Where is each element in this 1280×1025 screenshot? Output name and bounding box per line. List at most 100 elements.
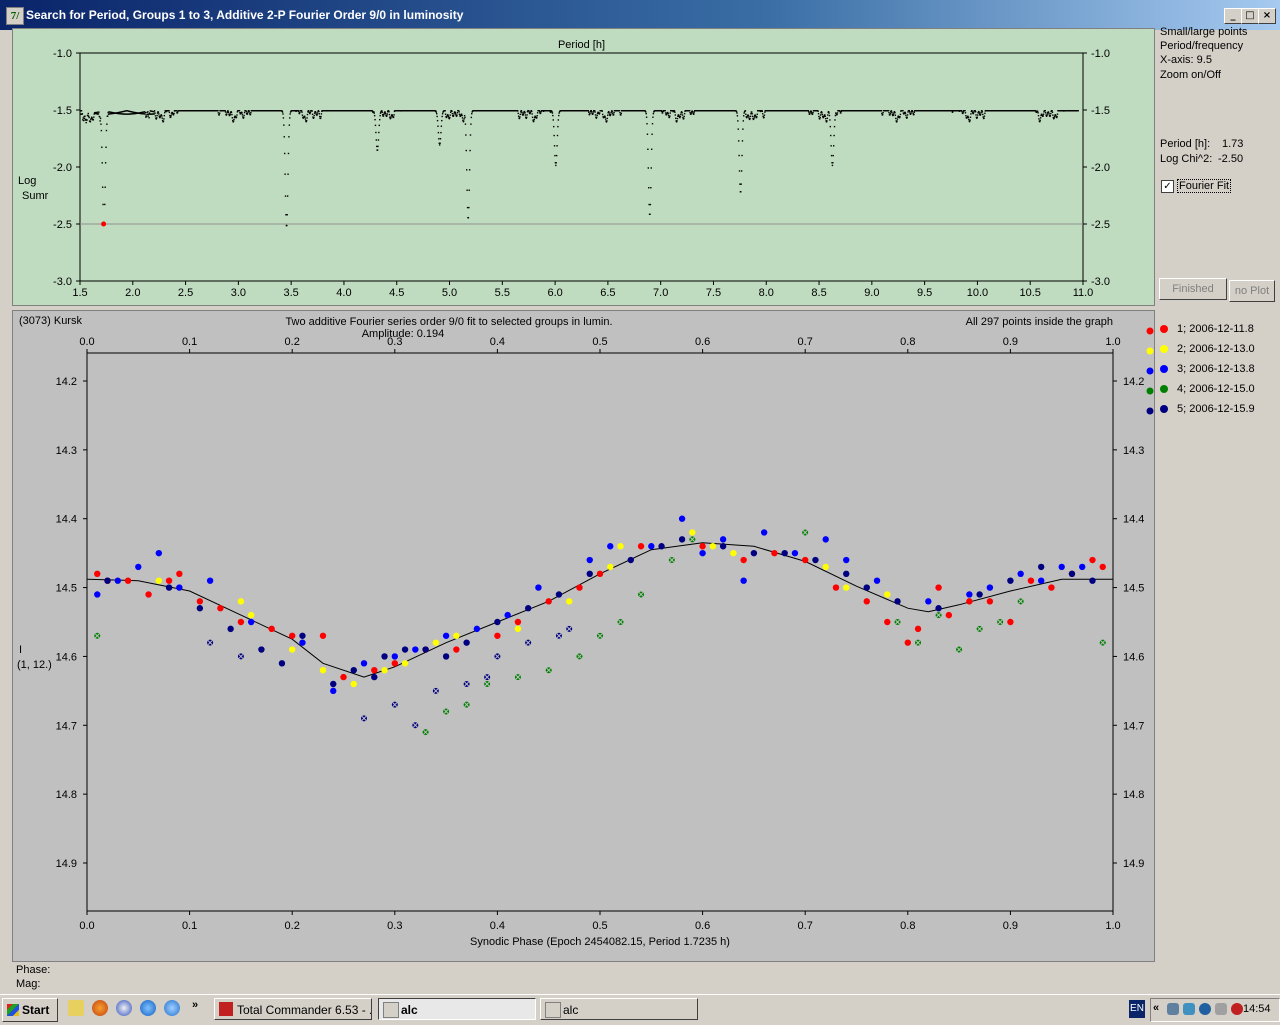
periodogram-point <box>909 111 911 113</box>
periodogram-point <box>466 189 468 191</box>
periodogram-chart[interactable]: 1.5 2.0 2.5 3.0 3.5 4.0 4.5 5.0 5.5 6.0 6.5 7.0 7.5 8… <box>13 29 1154 305</box>
periodogram-point <box>314 110 317 113</box>
periodogram-point <box>677 115 679 117</box>
periodogram-point <box>836 113 838 116</box>
data-point <box>740 556 747 564</box>
periodogram-point <box>673 110 676 112</box>
start-button[interactable]: Start <box>2 998 58 1022</box>
window-title-bar[interactable]: 7/ Search for Period, Groups 1 to 3, Add… <box>0 0 1280 30</box>
periodogram-point <box>974 111 977 113</box>
finished-button[interactable]: Finished <box>1159 278 1227 300</box>
data-point-cross <box>545 667 552 674</box>
x-tick-label: 8.5 <box>811 287 826 299</box>
period-frequency-toggle[interactable]: Period/frequency <box>1160 40 1243 52</box>
periodogram-point <box>589 112 591 115</box>
period-value: 1.73 <box>1222 138 1244 150</box>
legend-entry: 4; 2006-12-15.0 <box>1177 383 1255 395</box>
data-point <box>1099 563 1106 571</box>
periodogram-point <box>590 110 592 112</box>
data-point <box>401 660 409 667</box>
data-point <box>760 529 768 536</box>
periodogram-point <box>746 116 748 118</box>
tray-expand-icon[interactable]: « <box>1153 1002 1159 1014</box>
task-total-commander[interactable]: Total Commander 6.53 - ... <box>214 998 372 1020</box>
browser-icon[interactable] <box>116 1000 132 1016</box>
periodogram-point <box>156 117 158 119</box>
internet-explorer-icon[interactable] <box>164 1000 180 1016</box>
language-indicator[interactable]: EN <box>1129 1000 1145 1018</box>
lightcurve-chart[interactable]: 0.00.00.10.10.20.20.30.30.40.40.50.50.60… <box>13 311 1154 961</box>
show-desktop-icon[interactable] <box>68 1000 84 1016</box>
periodogram-point <box>674 111 676 113</box>
periodogram-point <box>821 113 823 116</box>
periodogram-point <box>105 146 107 148</box>
legend-entry: 2; 2006-12-13.0 <box>1177 343 1255 355</box>
data-point <box>381 667 388 674</box>
periodogram-point <box>620 114 622 116</box>
periodogram-point <box>441 115 443 118</box>
periodogram-point <box>983 117 985 119</box>
periodogram-point <box>313 116 315 119</box>
series-3-points <box>94 515 1086 695</box>
periodogram-point <box>235 116 238 118</box>
close-button[interactable]: × <box>1258 8 1276 24</box>
tray-globe-icon[interactable] <box>1199 1003 1211 1015</box>
periodogram-panel[interactable]: 1.5 2.0 2.5 3.0 3.5 4.0 4.5 5.0 5.5 6.0 6.5 7.0 7.5 8… <box>12 28 1155 306</box>
data-point <box>442 632 450 639</box>
periodogram-point <box>754 115 757 117</box>
legend-marker <box>1146 347 1154 355</box>
lightcurve-panel[interactable]: 0.0 0.0 0.1 0.1 0.2 0.2 0.3 0.3 0.4 0.4 0.5 0.5 0.6 0… <box>12 310 1155 962</box>
data-point <box>206 577 214 584</box>
data-point <box>360 660 368 667</box>
y-tick-label-left: 14.5 <box>56 583 77 595</box>
periodogram-point <box>594 114 597 116</box>
periodogram-point <box>282 117 285 119</box>
x-tick-label: 9.5 <box>917 287 932 299</box>
y-tick-label-right: 14.5 <box>1123 583 1144 595</box>
tray-app-icon[interactable] <box>1183 1003 1195 1015</box>
periodogram-point <box>229 113 231 115</box>
x-axis-setting[interactable]: X-axis: 9.5 <box>1160 54 1212 66</box>
quick-launch-more[interactable]: » <box>192 999 198 1011</box>
periodogram-point <box>552 125 555 128</box>
task-alc-active[interactable]: alc <box>378 998 536 1020</box>
data-point <box>1068 570 1076 577</box>
periodogram-point <box>604 118 607 120</box>
periodogram-point <box>664 112 667 114</box>
periodogram-point <box>910 112 912 115</box>
data-point <box>822 563 829 571</box>
fourier-fit-label[interactable]: Fourier Fit <box>1177 179 1232 193</box>
periodogram-point <box>248 110 250 112</box>
search-globe-icon[interactable] <box>140 1000 156 1016</box>
volume-icon[interactable] <box>1215 1003 1227 1015</box>
data-point-cross <box>915 639 922 646</box>
periodogram-point <box>100 129 103 132</box>
periodogram-point <box>286 224 288 227</box>
minimize-button[interactable]: _ <box>1224 8 1242 24</box>
network-icon[interactable] <box>1167 1003 1179 1015</box>
periodogram-point <box>646 123 648 125</box>
periodogram-point <box>529 111 532 114</box>
task-alc[interactable]: alc <box>540 998 698 1020</box>
y-tick-label-left: 14.4 <box>56 514 77 526</box>
firefox-icon[interactable] <box>92 1000 108 1016</box>
periodogram-point <box>693 113 695 115</box>
periodogram-point <box>381 111 383 113</box>
antivirus-icon[interactable] <box>1231 1003 1243 1015</box>
periodogram-point <box>824 114 826 116</box>
small-large-points-toggle[interactable]: Small/large points <box>1160 26 1247 38</box>
periodogram-point <box>890 110 893 112</box>
periodogram-point <box>557 119 560 121</box>
periodogram-point <box>230 111 233 114</box>
zoom-toggle[interactable]: Zoom on/Off <box>1160 69 1221 81</box>
fourier-fit-checkbox[interactable]: ✓ <box>1161 180 1174 193</box>
data-point <box>709 543 717 550</box>
data-point-cross <box>617 619 624 625</box>
data-point <box>617 543 624 550</box>
y-tick-label-left: -2.5 <box>53 219 72 231</box>
app-icon: 7/ <box>6 7 24 25</box>
periodogram-point <box>301 114 304 116</box>
no-plot-button[interactable]: no Plot <box>1229 280 1275 302</box>
periodogram-point <box>827 111 830 113</box>
maximize-button[interactable]: □ <box>1241 8 1259 24</box>
